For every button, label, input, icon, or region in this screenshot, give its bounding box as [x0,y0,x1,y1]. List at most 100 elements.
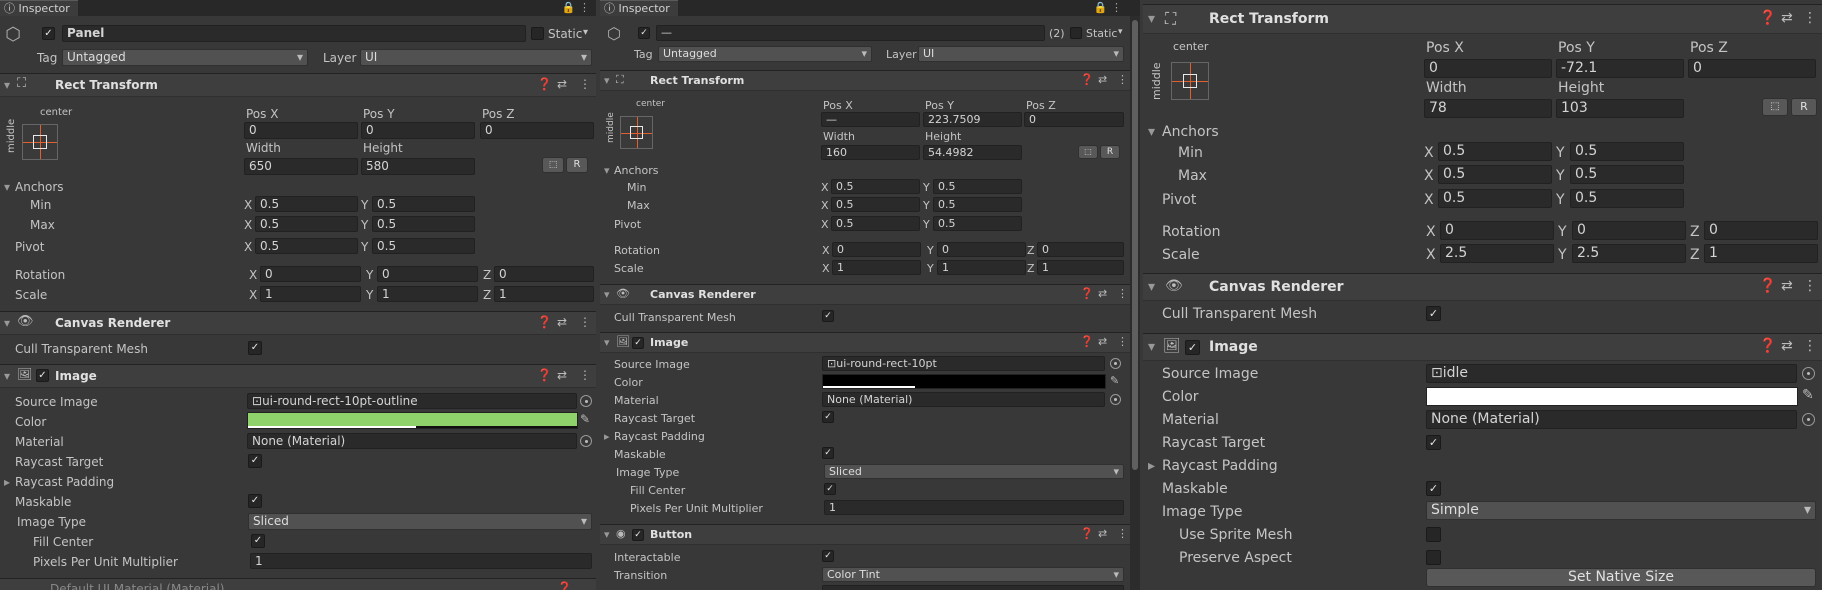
help-icon[interactable]: ❓ [557,581,572,590]
static-dropdown[interactable]: Static [1086,27,1117,40]
help-icon[interactable]: ❓ [1759,10,1776,26]
help-icon[interactable]: ❓ [1080,73,1094,86]
scale-z-field[interactable]: 1 [494,286,594,302]
min-y-field[interactable]: 0.5 [1570,142,1684,161]
max-x-field[interactable]: 0.5 [255,216,358,232]
presets-icon[interactable]: ⇄ [1098,287,1107,300]
cull-checkbox[interactable]: ✓ [822,310,834,322]
name-field[interactable]: Panel [62,25,526,42]
object-picker-icon[interactable] [1802,413,1815,426]
ppu-field[interactable]: 1 [250,553,592,569]
scale-z-field[interactable]: 1 [1704,244,1818,263]
max-y-field[interactable]: 0.5 [933,197,1022,212]
pivot-x-field[interactable]: 0.5 [831,216,920,231]
help-icon[interactable]: ❓ [1759,278,1776,294]
help-icon[interactable]: ❓ [1080,287,1094,300]
rect-transform-header[interactable]: ▾ ⛶ Rect Transform ❓ ⇄ ⋮ [1143,4,1822,34]
anchors-foldout-icon[interactable]: ▾ [4,180,10,194]
image-enabled-checkbox[interactable]: ✓ [1185,340,1200,355]
maskable-checkbox[interactable]: ✓ [1426,481,1441,496]
rot-y-field[interactable]: 0 [377,266,478,282]
component-menu-icon[interactable]: ⋮ [1803,278,1817,294]
static-chevron-icon[interactable]: ▾ [1118,27,1123,37]
foldout-arrow-icon[interactable]: ▾ [604,288,610,301]
gameobject-cube-icon[interactable]: ⬡ [604,24,624,43]
raycast-padding-foldout-icon[interactable]: ▸ [1148,458,1155,474]
min-y-field[interactable]: 0.5 [372,196,475,212]
material-field[interactable]: None (Material) [1426,410,1797,429]
help-icon[interactable]: ❓ [1080,335,1094,348]
pivot-x-field[interactable]: 0.5 [1438,189,1552,208]
scale-x-field[interactable]: 1 [832,260,921,275]
foldout-arrow-icon[interactable]: ▾ [604,528,610,541]
cull-checkbox[interactable]: ✓ [1426,306,1441,321]
maskable-checkbox[interactable]: ✓ [822,447,834,459]
rot-z-field[interactable]: 0 [1704,221,1818,240]
eyedropper-icon[interactable]: ✎ [1110,374,1119,387]
min-x-field[interactable]: 0.5 [255,196,358,212]
min-x-field[interactable]: 0.5 [1438,142,1552,161]
static-chevron-icon[interactable]: ▾ [583,27,588,38]
foldout-arrow-icon[interactable]: ▾ [4,78,10,92]
image-enabled-checkbox[interactable]: ✓ [36,369,49,382]
help-icon[interactable]: ❓ [537,77,552,91]
anchors-foldout-icon[interactable]: ▾ [1148,124,1155,140]
color-swatch[interactable] [1426,387,1798,406]
eyedropper-icon[interactable]: ✎ [580,412,590,426]
component-menu-icon[interactable]: ⋮ [579,368,591,382]
canvas-renderer-header[interactable]: ▾ 👁 Canvas Renderer ❓ ⇄ ⋮ [1143,273,1822,301]
fill-center-checkbox[interactable]: ✓ [251,534,265,548]
object-picker-icon[interactable] [580,395,592,407]
source-image-field[interactable]: ⊡idle [1426,364,1797,383]
rot-x-field[interactable]: 0 [260,266,361,282]
height-field[interactable]: 54.4982 [923,145,1022,160]
foldout-arrow-icon[interactable]: ▾ [1148,339,1155,355]
scale-y-field[interactable]: 2.5 [1572,244,1686,263]
scrollbar-thumb[interactable] [1132,20,1138,470]
presets-icon[interactable]: ⇄ [557,77,567,91]
scale-x-field[interactable]: 2.5 [1440,244,1554,263]
max-y-field[interactable]: 0.5 [1570,165,1684,184]
posy-field[interactable]: 223.7509 [923,112,1022,127]
component-menu-icon[interactable]: ⋮ [579,77,591,91]
material-field[interactable]: None (Material) [247,433,577,449]
raycast-padding-foldout-icon[interactable]: ▸ [604,430,610,443]
rot-z-field[interactable]: 0 [494,266,594,282]
raw-edit-button[interactable]: R [1100,145,1120,159]
help-icon[interactable]: ❓ [1759,338,1776,354]
object-picker-icon[interactable] [580,435,592,447]
component-menu-icon[interactable]: ⋮ [1803,338,1817,354]
layer-dropdown[interactable]: UI [918,46,1124,62]
tab-inspector[interactable]: ⓘ Inspector [600,0,678,16]
raycast-target-checkbox[interactable]: ✓ [248,454,262,468]
image-header[interactable]: ▾ 🖼 ✓ Image ❓ ⇄ ⋮ [600,332,1140,353]
height-field[interactable]: 103 [1556,99,1684,118]
presets-icon[interactable]: ⇄ [1781,10,1793,26]
rot-x-field[interactable]: 0 [832,242,921,257]
posz-field[interactable]: 0 [480,122,594,139]
source-image-field[interactable]: ⊡ui-round-rect-10pt [822,356,1105,371]
help-icon[interactable]: ❓ [537,315,552,329]
raw-edit-button[interactable]: R [566,157,588,173]
anchor-preset-button[interactable] [620,116,653,149]
presets-icon[interactable]: ⇄ [1098,335,1107,348]
material-preview-header[interactable]: Default UI Material (Material) ❓ [0,578,596,590]
presets-icon[interactable]: ⇄ [1781,278,1793,294]
presets-icon[interactable]: ⇄ [1098,527,1107,540]
raycast-target-checkbox[interactable]: ✓ [822,411,834,423]
color-swatch[interactable] [247,412,578,429]
fill-center-checkbox[interactable]: ✓ [824,483,836,495]
tab-lock-menu-icons[interactable]: 🔒 ⋮ [562,0,590,16]
pivot-y-field[interactable]: 0.5 [933,216,1022,231]
object-picker-icon[interactable] [1110,358,1121,369]
rect-transform-header[interactable]: ▾ ⛶ Rect Transform ❓ ⇄ ⋮ [600,70,1140,91]
help-icon[interactable]: ❓ [537,368,552,382]
presets-icon[interactable]: ⇄ [1781,338,1793,354]
rot-y-field[interactable]: 0 [1572,221,1686,240]
scrollbar[interactable] [1130,16,1140,590]
presets-icon[interactable]: ⇄ [1098,73,1107,86]
tag-dropdown[interactable]: Untagged [658,46,872,62]
scale-y-field[interactable]: 1 [377,286,478,302]
static-dropdown[interactable]: Static [548,27,582,41]
scale-y-field[interactable]: 1 [937,260,1026,275]
